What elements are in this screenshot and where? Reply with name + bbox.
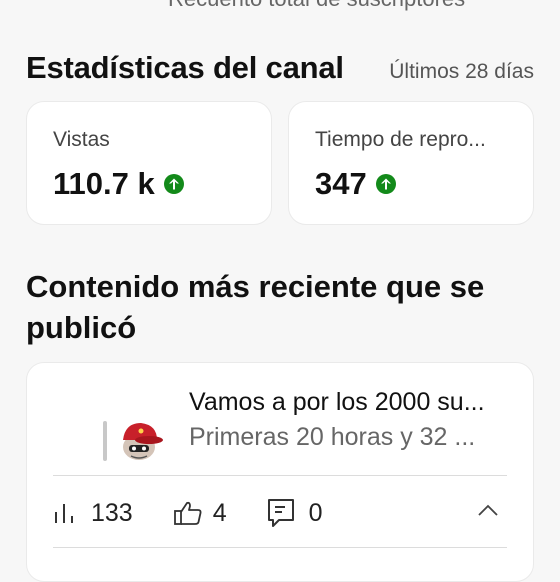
thumbs-up-icon xyxy=(173,501,202,525)
comments-count: 0 xyxy=(308,498,323,527)
channel-stats-header: Estadísticas del canal Últimos 28 días xyxy=(26,50,534,86)
likes-count: 4 xyxy=(212,498,227,527)
recent-content-title: Contenido más reciente que se publicó xyxy=(26,269,485,345)
views-label: Vistas xyxy=(53,128,110,151)
chevron-up-icon[interactable] xyxy=(477,503,499,517)
divider xyxy=(53,475,507,476)
channel-stats-title: Estadísticas del canal xyxy=(26,50,344,85)
views-stat-card[interactable]: Vistas 110.7 k xyxy=(26,101,272,225)
views-count: 133 xyxy=(91,498,133,527)
watch-time-stat-card[interactable]: Tiempo de repro... 347 xyxy=(288,101,534,225)
video-subtitle: Primeras 20 horas y 32 ... xyxy=(189,423,476,451)
comments-metric: 0 xyxy=(267,498,323,528)
recent-video-card[interactable]: Vamos a por los 2000 su... Primeras 20 h… xyxy=(26,362,534,582)
thumbnail-image xyxy=(103,421,163,461)
watch-time-label: Tiempo de repro... xyxy=(315,128,486,151)
video-thumbnail[interactable] xyxy=(51,385,169,485)
views-value: 110.7 k xyxy=(53,166,155,201)
bar-chart-icon xyxy=(55,504,73,523)
views-metric: 133 xyxy=(53,499,133,528)
video-title[interactable]: Vamos a por los 2000 su... xyxy=(189,388,519,417)
comment-icon xyxy=(267,499,294,527)
trend-up-icon xyxy=(375,174,396,194)
trend-up-icon xyxy=(163,174,184,194)
watch-time-value: 347 xyxy=(315,166,367,201)
video-metrics-row: 133 4 0 xyxy=(53,495,507,531)
divider xyxy=(53,547,507,548)
stats-period: Últimos 28 días xyxy=(389,60,534,83)
likes-metric: 4 xyxy=(173,499,227,528)
subscriber-count-label: Recuento total de suscriptores xyxy=(168,0,465,12)
